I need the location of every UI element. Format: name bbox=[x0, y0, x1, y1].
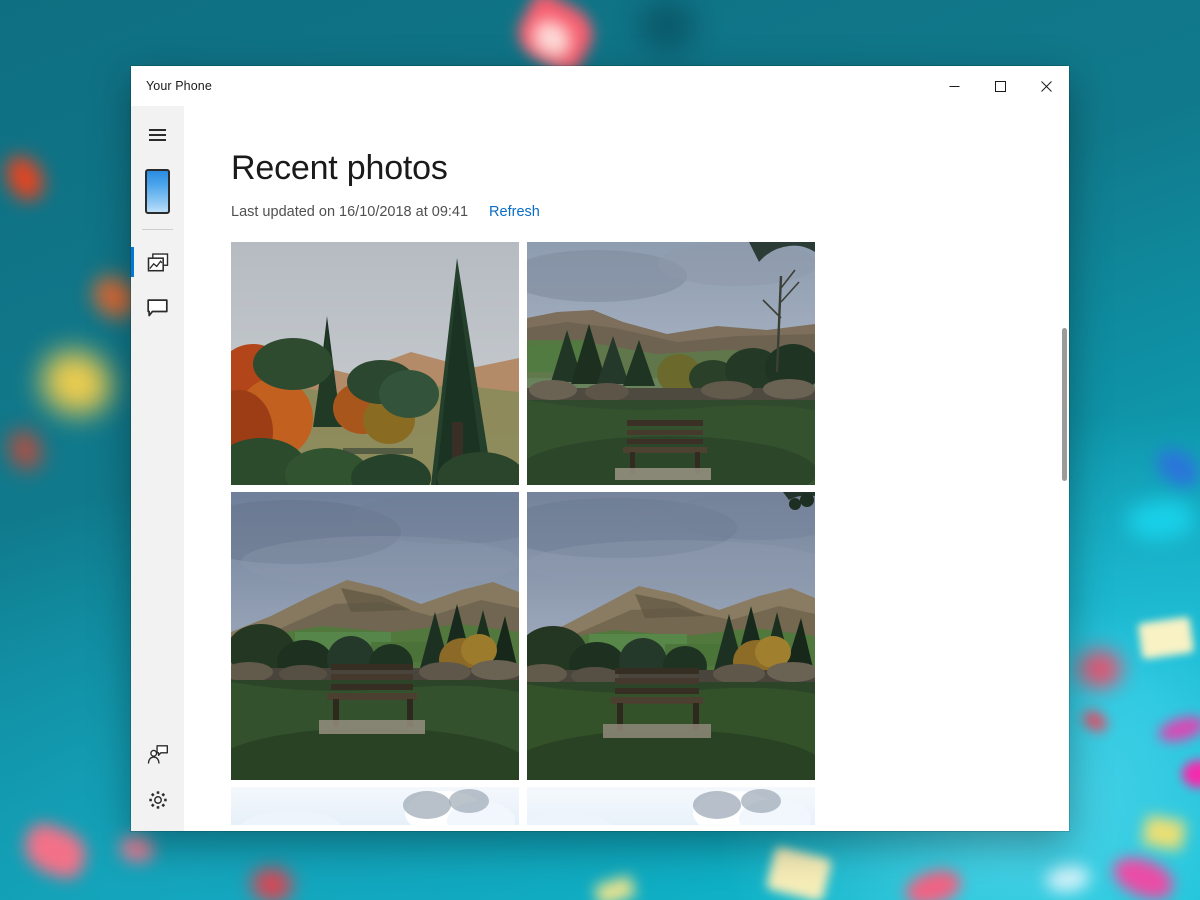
confetti-pink-midleft bbox=[118, 834, 155, 864]
confetti-cyan-right bbox=[1124, 493, 1198, 548]
photo-2-image bbox=[527, 242, 815, 485]
photo-thumbnail[interactable] bbox=[527, 242, 815, 485]
photo-thumbnail[interactable] bbox=[231, 242, 519, 485]
photo-3-image bbox=[231, 492, 519, 780]
window-title-bar: Your Phone bbox=[131, 66, 1069, 106]
phone-icon bbox=[145, 169, 170, 214]
confetti-dark-top bbox=[638, 0, 696, 52]
maximize-button[interactable] bbox=[977, 66, 1023, 106]
confetti-yellow-mid bbox=[594, 875, 637, 900]
confetti-yellow-left bbox=[36, 345, 117, 420]
confetti-cream-right bbox=[1138, 617, 1195, 660]
sidebar-item-messages[interactable] bbox=[131, 285, 184, 331]
sidebar-item-phone[interactable] bbox=[131, 160, 184, 222]
main-content: Recent photos Last updated on 16/10/2018… bbox=[184, 106, 1069, 831]
close-button[interactable] bbox=[1023, 66, 1069, 106]
photo-6-image bbox=[527, 787, 815, 825]
content-scrollbar[interactable] bbox=[1060, 106, 1069, 831]
minimize-button[interactable] bbox=[931, 66, 977, 106]
sidebar-item-photos[interactable] bbox=[131, 239, 184, 285]
recent-photos-grid bbox=[231, 242, 815, 825]
confetti-pink-bottom2 bbox=[901, 863, 965, 900]
confetti-magenta-right bbox=[1108, 852, 1178, 900]
confetti-magenta-dot bbox=[1182, 760, 1200, 788]
maximize-icon bbox=[995, 81, 1006, 92]
sidebar-divider bbox=[142, 229, 173, 230]
confetti-magenta-mid bbox=[1156, 712, 1200, 746]
photo-thumbnail[interactable] bbox=[527, 492, 815, 780]
desktop-wallpaper: Your Phone bbox=[0, 0, 1200, 900]
photo-5-image bbox=[231, 787, 519, 825]
your-phone-window: Your Phone bbox=[131, 66, 1069, 831]
confetti-white-lowright bbox=[1044, 862, 1092, 897]
confetti-blue-right bbox=[1152, 445, 1200, 491]
page-title: Recent photos bbox=[231, 151, 1069, 185]
last-updated-text: Last updated on 16/10/2018 at 09:41 bbox=[231, 204, 468, 220]
minimize-icon bbox=[949, 81, 960, 92]
confetti-red-low bbox=[6, 427, 44, 472]
feedback-person-icon bbox=[147, 744, 169, 765]
sidebar-item-feedback[interactable] bbox=[131, 731, 184, 777]
confetti-white-top bbox=[529, 17, 576, 61]
window-caption-buttons bbox=[931, 66, 1069, 106]
gear-icon bbox=[148, 790, 168, 810]
sidebar-bottom-group bbox=[131, 731, 184, 823]
confetti-red-bottom bbox=[250, 865, 294, 900]
refresh-link[interactable]: Refresh bbox=[489, 204, 540, 220]
hamburger-menu-icon bbox=[149, 129, 166, 141]
photos-icon bbox=[147, 253, 169, 272]
scrollbar-thumb[interactable] bbox=[1062, 328, 1067, 481]
confetti-orange-left bbox=[2, 151, 49, 205]
confetti-cream-bottom bbox=[766, 846, 833, 900]
photo-thumbnail[interactable] bbox=[231, 492, 519, 780]
confetti-yellow-right bbox=[1142, 815, 1187, 851]
photo-4-image bbox=[527, 492, 815, 780]
navigation-sidebar bbox=[131, 106, 184, 831]
app-title: Your Phone bbox=[146, 79, 212, 93]
message-bubble-icon bbox=[147, 299, 168, 318]
sidebar-item-settings[interactable] bbox=[131, 777, 184, 823]
hamburger-menu-button[interactable] bbox=[131, 112, 184, 158]
photo-1-image bbox=[231, 242, 519, 485]
photo-thumbnail[interactable] bbox=[231, 787, 519, 825]
confetti-rose-right bbox=[1078, 650, 1122, 688]
photo-thumbnail[interactable] bbox=[527, 787, 815, 825]
status-row: Last updated on 16/10/2018 at 09:41 Refr… bbox=[231, 204, 1069, 220]
close-icon bbox=[1041, 81, 1052, 92]
confetti-rose-right2 bbox=[1079, 706, 1111, 735]
confetti-pink-bottomleft bbox=[18, 819, 92, 883]
